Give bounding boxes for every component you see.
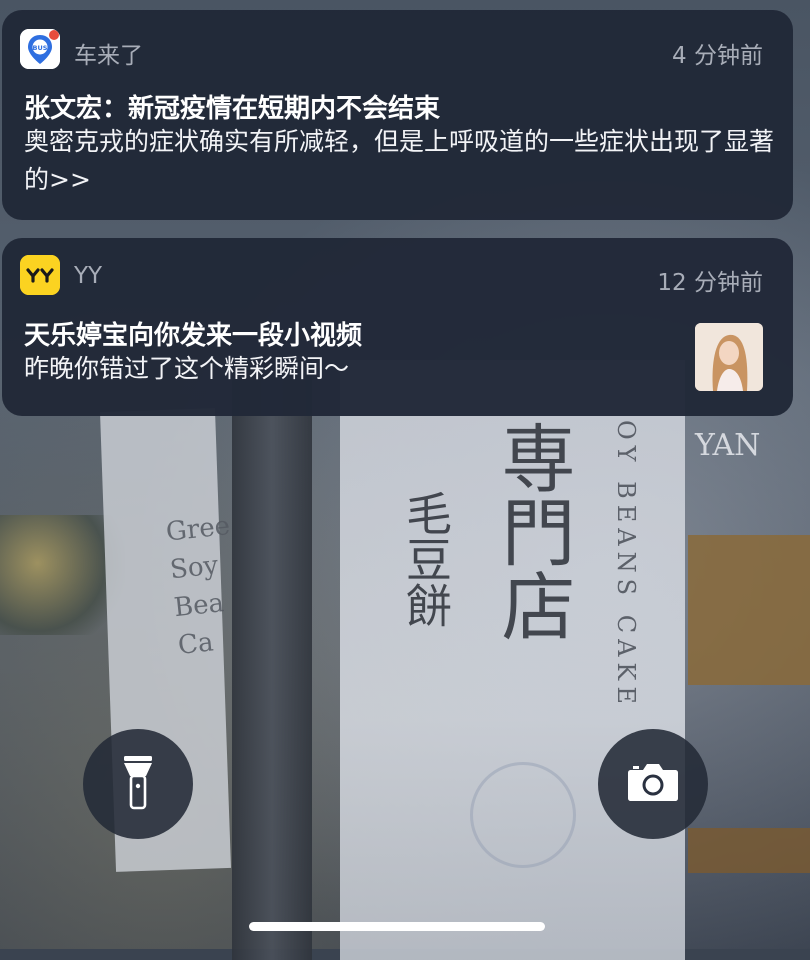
camera-icon <box>627 762 679 806</box>
notification-card[interactable]: YY 12 分钟前 天乐婷宝向你发来一段小视频 昨晚你错过了这个精彩瞬间～ <box>2 238 793 416</box>
bus-app-icon: BUS <box>20 29 60 69</box>
app-name: YY <box>74 263 103 289</box>
notification-card[interactable]: BUS 车来了 4 分钟前 张文宏：新冠疫情在短期内不会结束 奥密克戎的症状确实… <box>2 10 793 220</box>
wallpaper-sign-text: YAN <box>695 428 761 463</box>
wallpaper-wood-panel <box>688 828 810 873</box>
wallpaper-sign-text: 専門店 <box>489 420 575 642</box>
notification-time: 4 分钟前 <box>672 43 763 69</box>
notification-body: 奥密克戎的症状确实有所减轻，但是上呼吸道的一些症状出现了显著的>> <box>24 127 775 194</box>
notification-title: 张文宏：新冠疫情在短期内不会结束 <box>24 94 441 124</box>
video-thumbnail[interactable] <box>695 323 763 391</box>
app-name: 车来了 <box>74 43 143 69</box>
notification-title: 天乐婷宝向你发来一段小视频 <box>24 321 363 351</box>
wallpaper-sign-text: OY BEANS CAKE <box>612 420 640 710</box>
wallpaper-wood-panel <box>688 535 810 685</box>
svg-text:BUS: BUS <box>33 44 48 52</box>
home-indicator[interactable] <box>249 922 545 931</box>
flashlight-icon <box>121 754 155 814</box>
notification-time: 12 分钟前 <box>657 270 763 296</box>
wallpaper-pole <box>232 360 312 960</box>
yy-app-icon <box>20 255 60 295</box>
wallpaper-sign-text: 毛豆餅 <box>399 490 453 628</box>
camera-button[interactable] <box>598 729 708 839</box>
flashlight-button[interactable] <box>83 729 193 839</box>
wallpaper-emblem <box>470 762 576 868</box>
notification-body: 昨晚你错过了这个精彩瞬间～ <box>24 354 350 383</box>
